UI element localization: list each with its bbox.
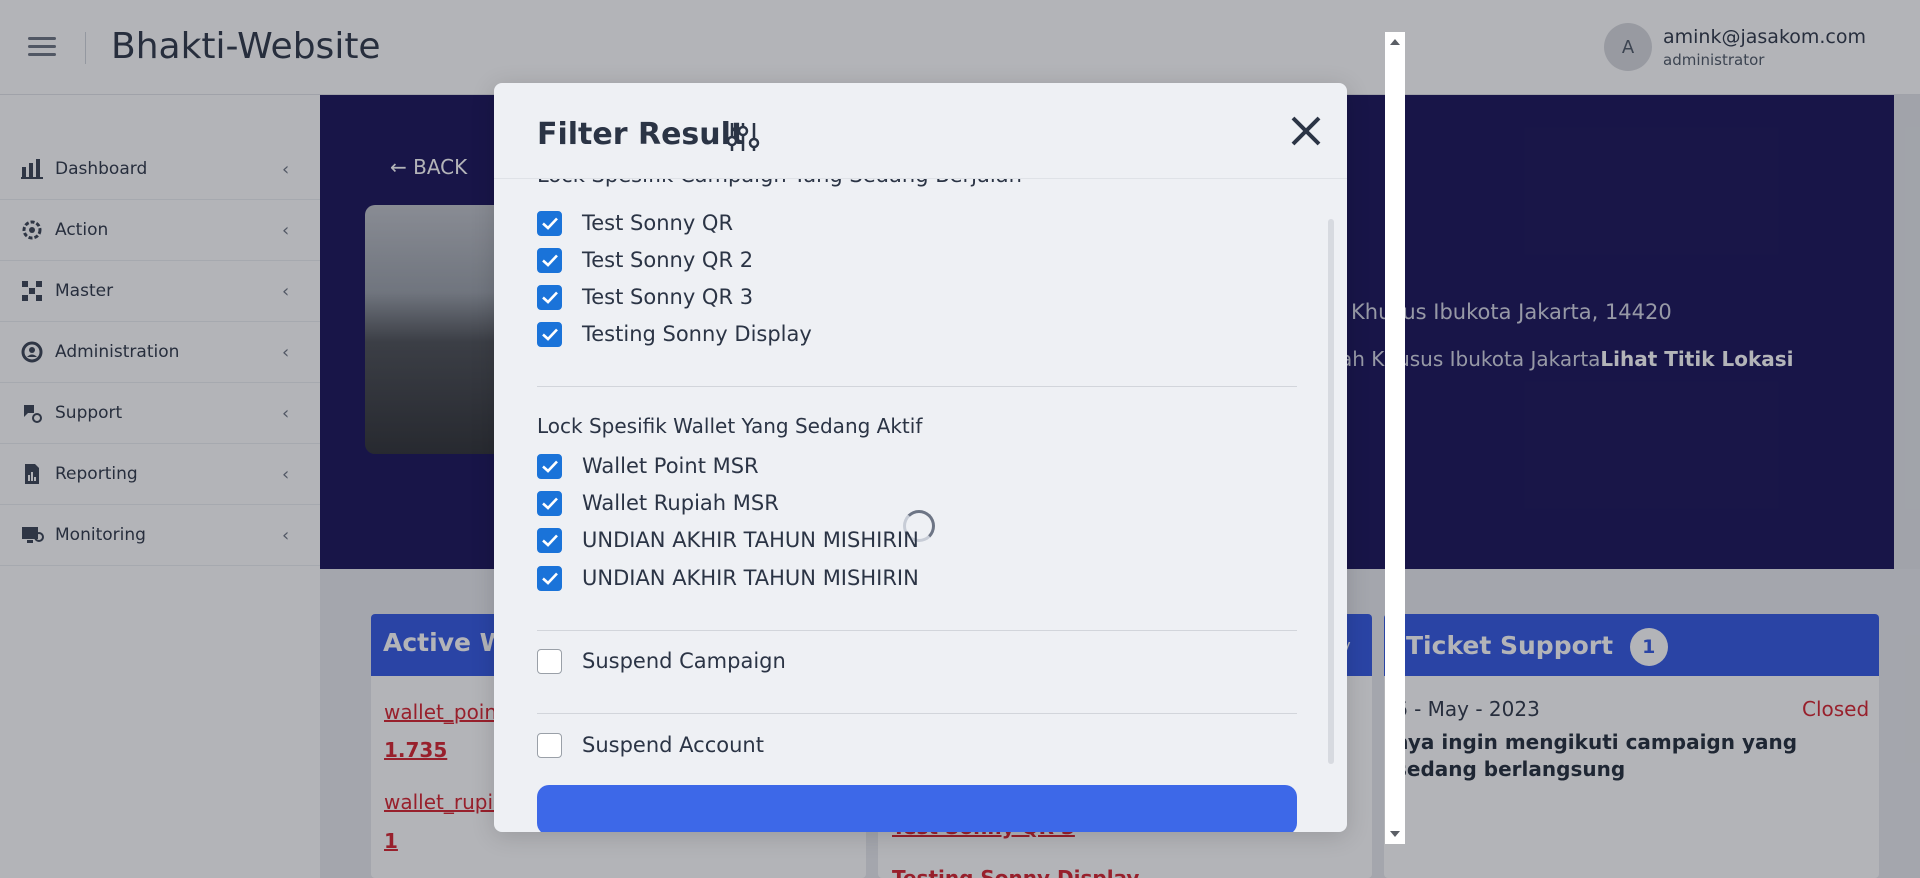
modal-scrollbar[interactable] (1385, 32, 1405, 844)
checkbox-label[interactable]: Wallet Point MSR (582, 454, 759, 478)
checkbox-unchecked[interactable] (537, 732, 562, 758)
checkbox-label[interactable]: UNDIAN AKHIR TAHUN MISHIRIN (582, 528, 919, 552)
section-divider (537, 630, 1297, 631)
checkmark-icon (541, 291, 558, 304)
section-divider (537, 386, 1297, 387)
checkmark-icon (541, 254, 558, 267)
modal-title: Filter Result (537, 117, 746, 152)
scroll-up-arrow-icon[interactable] (1390, 39, 1400, 45)
campaign-checkbox-row[interactable]: Test Sonny QR 3 (537, 284, 753, 310)
suspend-campaign-row[interactable]: Suspend Campaign (537, 648, 786, 674)
campaign-section-title: Lock Spesifik Campaign Yang Sedang Berja… (537, 179, 1022, 187)
sliders-icon (726, 123, 760, 151)
checkbox-checked[interactable] (537, 247, 562, 273)
checkbox-checked[interactable] (537, 284, 562, 310)
checkbox-checked[interactable] (537, 210, 562, 236)
modal-body-scrollbar[interactable] (1328, 219, 1334, 764)
checkbox-checked[interactable] (537, 527, 562, 553)
checkbox-label[interactable]: Suspend Campaign (582, 649, 786, 673)
checkbox-label[interactable]: Testing Sonny Display (582, 322, 812, 346)
checkmark-icon (541, 572, 558, 585)
checkbox-label[interactable]: Test Sonny QR 2 (582, 248, 753, 272)
checkbox-checked[interactable] (537, 565, 562, 591)
wallet-checkbox-row[interactable]: Wallet Point MSR (537, 453, 759, 479)
checkmark-icon (541, 534, 558, 547)
section-divider (537, 713, 1297, 714)
checkbox-label[interactable]: UNDIAN AKHIR TAHUN MISHIRIN (582, 566, 919, 590)
checkbox-label[interactable]: Wallet Rupiah MSR (582, 491, 779, 515)
suspend-account-row[interactable]: Suspend Account (537, 732, 764, 758)
checkmark-icon (541, 460, 558, 473)
checkbox-checked[interactable] (537, 453, 562, 479)
filter-result-modal: Filter Result Lock Spesifik Campaign Yan… (494, 83, 1347, 832)
checkbox-label[interactable]: Suspend Account (582, 733, 764, 757)
submit-button[interactable] (537, 785, 1297, 832)
checkbox-unchecked[interactable] (537, 648, 562, 674)
wallet-checkbox-row[interactable]: UNDIAN AKHIR TAHUN MISHIRIN (537, 565, 919, 591)
checkbox-checked[interactable] (537, 321, 562, 347)
campaign-checkbox-row[interactable]: Test Sonny QR (537, 210, 733, 236)
modal-body: Lock Spesifik Campaign Yang Sedang Berja… (494, 178, 1347, 813)
close-icon[interactable] (1286, 111, 1326, 151)
checkbox-label[interactable]: Test Sonny QR 3 (582, 285, 753, 309)
checkmark-icon (541, 328, 558, 341)
checkmark-icon (541, 217, 558, 230)
scroll-down-arrow-icon[interactable] (1390, 831, 1400, 837)
checkbox-label[interactable]: Test Sonny QR (582, 211, 733, 235)
wallet-checkbox-row[interactable]: Wallet Rupiah MSR (537, 490, 779, 516)
checkmark-icon (541, 497, 558, 510)
checkbox-checked[interactable] (537, 490, 562, 516)
wallet-section-title: Lock Spesifik Wallet Yang Sedang Aktif (537, 414, 923, 438)
wallet-checkbox-row[interactable]: UNDIAN AKHIR TAHUN MISHIRIN (537, 527, 919, 553)
campaign-checkbox-row[interactable]: Testing Sonny Display (537, 321, 812, 347)
campaign-checkbox-row[interactable]: Test Sonny QR 2 (537, 247, 753, 273)
